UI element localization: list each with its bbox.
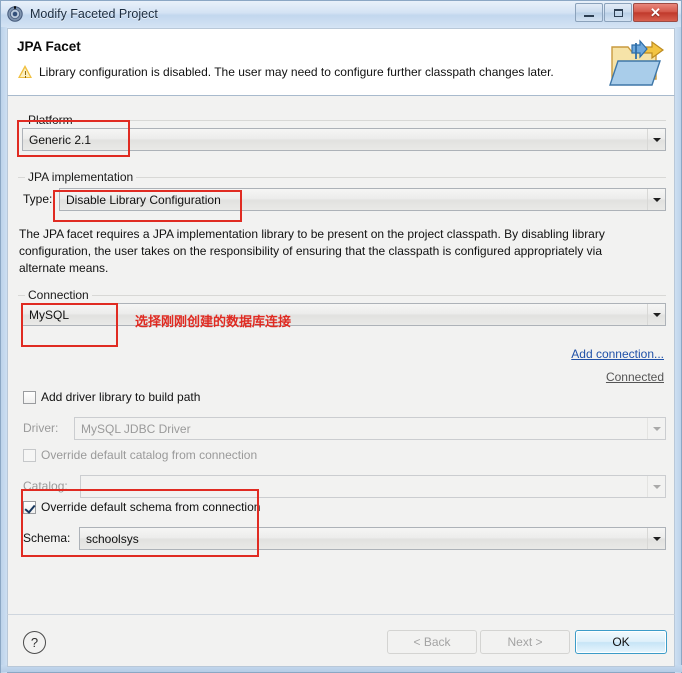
driver-label: Driver: (23, 421, 59, 435)
chevron-down-icon[interactable] (647, 189, 665, 210)
folder-import-export-icon (606, 33, 668, 91)
platform-group-label: Platform (25, 113, 76, 127)
platform-combo[interactable]: Generic 2.1 (22, 128, 666, 151)
override-schema-label: Override default schema from connection (41, 500, 261, 514)
platform-group: Platform (18, 113, 666, 127)
page-title: JPA Facet (17, 39, 81, 54)
chevron-down-icon[interactable] (647, 528, 665, 549)
close-button[interactable]: ✕ (633, 3, 678, 22)
maximize-icon (613, 8, 623, 17)
dialog-content: Platform Generic 2.1 JPA implementation … (7, 96, 675, 614)
window-right-edge (675, 27, 681, 673)
platform-combo-value: Generic 2.1 (29, 132, 92, 147)
checkbox-box[interactable] (23, 390, 36, 404)
type-label: Type: (23, 192, 53, 206)
jpa-type-combo-value: Disable Library Configuration (66, 192, 221, 207)
minimize-button[interactable] (575, 3, 603, 22)
window-title: Modify Faceted Project (30, 7, 158, 21)
connection-group-label: Connection (25, 288, 92, 302)
override-catalog-checkbox[interactable]: Override default catalog from connection (23, 448, 257, 462)
connection-combo-value: MySQL (29, 307, 70, 322)
catalog-combo (80, 475, 666, 498)
add-driver-library-label: Add driver library to build path (41, 390, 201, 404)
annotation-note: 选择刚刚创建的数据库连接 (135, 315, 292, 330)
close-icon: ✕ (650, 5, 661, 20)
chevron-down-icon[interactable] (647, 129, 665, 150)
help-icon[interactable]: ? (23, 631, 46, 654)
connection-status-link[interactable]: Connected (606, 370, 664, 384)
ok-button[interactable]: OK (575, 630, 667, 654)
jpa-implementation-group-label: JPA implementation (25, 170, 137, 184)
override-catalog-label: Override default catalog from connection (41, 448, 258, 462)
jpa-implementation-description: The JPA facet requires a JPA implementat… (19, 227, 605, 275)
checkbox-box[interactable] (23, 448, 36, 462)
chevron-down-icon (647, 476, 665, 497)
catalog-label: Catalog: (23, 479, 68, 493)
add-connection-link[interactable]: Add connection... (571, 347, 664, 361)
schema-label: Schema: (23, 531, 71, 545)
minimize-icon (584, 14, 594, 17)
warning-icon (18, 65, 33, 79)
schema-combo[interactable]: schoolsys (79, 527, 666, 550)
header-message-row: Library configuration is disabled. The u… (18, 65, 554, 79)
jpa-implementation-group: JPA implementation (18, 170, 666, 184)
checkbox-box[interactable] (23, 500, 36, 514)
driver-combo: MySQL JDBC Driver (74, 417, 666, 440)
schema-combo-value: schoolsys (86, 531, 139, 546)
connection-combo[interactable]: MySQL (22, 303, 666, 326)
chevron-down-icon (647, 418, 665, 439)
header-message: Library configuration is disabled. The u… (39, 65, 554, 79)
dialog-header: JPA Facet Library configuration is disab… (7, 28, 675, 96)
maximize-button[interactable] (604, 3, 632, 22)
connection-group: Connection (18, 288, 666, 302)
add-driver-library-checkbox[interactable]: Add driver library to build path (23, 390, 200, 404)
driver-combo-value: MySQL JDBC Driver (81, 421, 191, 436)
next-button[interactable]: Next > (480, 630, 570, 654)
dialog-button-bar: ? < Back Next > OK (7, 614, 675, 667)
title-bar: Modify Faceted Project ✕ (1, 1, 681, 27)
dialog-window: Modify Faceted Project ✕ JPA Facet Libra… (0, 0, 682, 673)
jpa-type-combo[interactable]: Disable Library Configuration (59, 188, 666, 211)
override-schema-checkbox[interactable]: Override default schema from connection (23, 500, 260, 514)
chevron-down-icon[interactable] (647, 304, 665, 325)
window-controls: ✕ (574, 3, 678, 22)
project-facets-icon (7, 6, 23, 22)
back-button[interactable]: < Back (387, 630, 477, 654)
